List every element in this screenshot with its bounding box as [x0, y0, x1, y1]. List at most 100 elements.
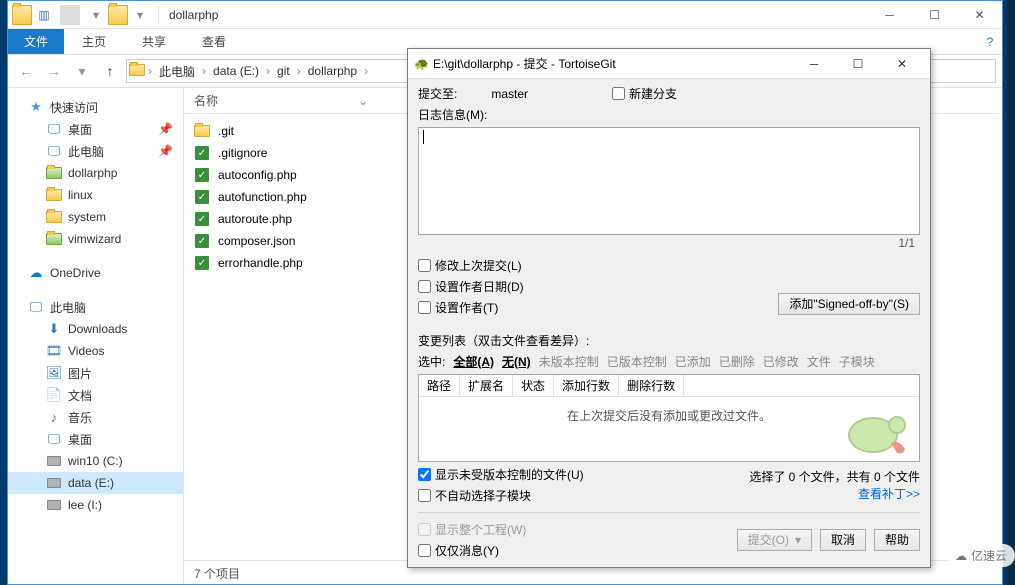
sidebar-item-data[interactable]: data (E:) — [8, 472, 183, 494]
sidebar-item-lee[interactable]: lee (I:) — [8, 494, 183, 516]
sidebar-item-dollarphp[interactable]: dollarphp — [8, 162, 183, 184]
back-button[interactable]: ← — [14, 59, 38, 83]
set-date-checkbox[interactable]: 设置作者日期(D) — [418, 278, 524, 295]
sidebar-item-desktop[interactable]: 🖵桌面📌 — [8, 118, 183, 140]
folder-icon — [46, 231, 62, 247]
branch-name: master — [491, 87, 528, 101]
chevron-down-icon: ▾ — [795, 533, 801, 547]
dialog-title: E:\git\dollarphp - 提交 - TortoiseGit — [429, 55, 616, 72]
sidebar-item-downloads[interactable]: ⬇Downloads — [8, 318, 183, 340]
recent-dropdown-icon[interactable]: ▾ — [70, 59, 94, 83]
pin-icon: 📌 — [158, 144, 173, 158]
folder-icon — [129, 64, 145, 79]
col-status[interactable]: 状态 — [513, 375, 554, 396]
filter-added[interactable]: 已添加 — [675, 353, 711, 370]
folder-icon — [108, 5, 128, 25]
cancel-button[interactable]: 取消 — [820, 529, 866, 551]
view-patch-link[interactable]: 查看补丁>> — [749, 485, 920, 502]
tab-home[interactable]: 主页 — [64, 29, 124, 54]
maximize-button[interactable]: ☐ — [912, 1, 957, 29]
no-auto-submodule-checkbox[interactable]: 不自动选择子模块 — [418, 487, 584, 504]
qat-dropdown-icon[interactable]: ▾ — [130, 5, 150, 25]
show-whole-checkbox[interactable]: 显示整个工程(W) — [418, 521, 526, 538]
add-signed-off-button[interactable]: 添加"Signed-off-by"(S) — [778, 293, 920, 315]
folder-icon — [12, 5, 32, 25]
filter-row: 选中: 全部(A) 无(N) 未版本控制 已版本控制 已添加 已删除 已修改 文… — [418, 353, 920, 370]
chevron-right-icon[interactable]: › — [201, 64, 207, 78]
filter-unversioned[interactable]: 未版本控制 — [539, 353, 599, 370]
document-icon: 📄 — [46, 387, 62, 403]
sidebar-item-pictures[interactable]: 🖼图片 — [8, 362, 183, 384]
drive-icon — [46, 453, 62, 469]
col-added[interactable]: 添加行数 — [554, 375, 619, 396]
tab-file[interactable]: 文件 — [8, 29, 64, 54]
commit-to-label: 提交至: — [418, 85, 457, 102]
cloud-icon: ☁ — [28, 265, 44, 281]
tab-share[interactable]: 共享 — [124, 29, 184, 54]
sidebar-item-linux[interactable]: linux — [8, 184, 183, 206]
breadcrumb[interactable]: dollarphp — [304, 62, 361, 80]
tab-view[interactable]: 查看 — [184, 29, 244, 54]
sidebar-item-documents[interactable]: 📄文档 — [8, 384, 183, 406]
commit-button[interactable]: 提交(O) ▾ — [737, 529, 812, 551]
sidebar-item-onedrive[interactable]: ☁OneDrive — [8, 262, 183, 284]
up-button[interactable]: ↑ — [98, 59, 122, 83]
filter-files[interactable]: 文件 — [807, 353, 831, 370]
col-deleted[interactable]: 删除行数 — [619, 375, 684, 396]
sidebar-item-thispc2[interactable]: 🖵此电脑 — [8, 296, 183, 318]
sidebar-item-system[interactable]: system — [8, 206, 183, 228]
filter-deleted[interactable]: 已删除 — [719, 353, 755, 370]
folder-icon — [46, 165, 62, 181]
chevron-right-icon[interactable]: › — [147, 64, 153, 78]
pin-icon: 📌 — [158, 122, 173, 136]
minimize-button[interactable]: ─ — [867, 1, 912, 29]
help-button[interactable]: 帮助 — [874, 529, 920, 551]
col-ext[interactable]: 扩展名 — [460, 375, 513, 396]
sidebar-item-videos[interactable]: 🎞Videos — [8, 340, 183, 362]
filter-modified[interactable]: 已修改 — [763, 353, 799, 370]
chevron-right-icon[interactable]: › — [296, 64, 302, 78]
filter-versioned[interactable]: 已版本控制 — [607, 353, 667, 370]
chevron-right-icon[interactable]: › — [265, 64, 271, 78]
show-unversioned-checkbox[interactable]: 显示未受版本控制的文件(U) — [418, 466, 584, 483]
sidebar-item-music[interactable]: ♪音乐 — [8, 406, 183, 428]
monitor-icon: 🖵 — [46, 121, 62, 137]
monitor-icon: 🖵 — [46, 431, 62, 447]
git-file-icon: ✓ — [194, 255, 210, 271]
breadcrumb[interactable]: 此电脑 — [155, 61, 199, 82]
sidebar-item-thispc[interactable]: 🖵此电脑📌 — [8, 140, 183, 162]
filter-submodules[interactable]: 子模块 — [839, 353, 875, 370]
breadcrumb[interactable]: data (E:) — [209, 62, 263, 80]
breadcrumb[interactable]: git — [273, 62, 294, 80]
close-button[interactable]: ✕ — [957, 1, 1002, 29]
maximize-button[interactable]: ☐ — [836, 50, 880, 78]
folder-icon — [46, 187, 62, 203]
close-button[interactable]: ✕ — [880, 50, 924, 78]
filter-all[interactable]: 全部(A) — [453, 353, 494, 370]
sidebar-item-quickaccess[interactable]: ★快速访问 — [8, 96, 183, 118]
only-message-checkbox[interactable]: 仅仅消息(Y) — [418, 542, 526, 559]
chevron-right-icon[interactable]: › — [363, 64, 369, 78]
minimize-button[interactable]: ─ — [792, 50, 836, 78]
sidebar-item-vimwizard[interactable]: vimwizard — [8, 228, 183, 250]
changes-list[interactable]: 路径 扩展名 状态 添加行数 删除行数 在上次提交后没有添加或更改过文件。 — [418, 374, 920, 462]
properties-icon[interactable]: ▥ — [34, 5, 54, 25]
folder-icon — [46, 209, 62, 225]
new-branch-checkbox[interactable]: 新建分支 — [612, 85, 677, 102]
amend-checkbox[interactable]: 修改上次提交(L) — [418, 257, 524, 274]
filter-none[interactable]: 无(N) — [502, 353, 531, 370]
changes-label: 变更列表（双击文件查看差异）: — [418, 332, 920, 349]
commit-dialog: 🐢 E:\git\dollarphp - 提交 - TortoiseGit ─ … — [407, 48, 931, 568]
qat-dropdown-icon[interactable]: ▾ — [86, 5, 106, 25]
drive-icon — [46, 475, 62, 491]
sidebar-item-win10[interactable]: win10 (C:) — [8, 450, 183, 472]
sidebar-item-desktop2[interactable]: 🖵桌面 — [8, 428, 183, 450]
help-icon[interactable]: ? — [978, 29, 1002, 54]
col-path[interactable]: 路径 — [419, 375, 460, 396]
picture-icon: 🖼 — [46, 365, 62, 381]
forward-button[interactable]: → — [42, 59, 66, 83]
log-message-input[interactable]: 1/1 — [418, 127, 920, 235]
nav-pane: ★快速访问 🖵桌面📌 🖵此电脑📌 dollarphp linux system … — [8, 88, 184, 584]
set-author-checkbox[interactable]: 设置作者(T) — [418, 299, 524, 316]
git-file-icon: ✓ — [194, 233, 210, 249]
